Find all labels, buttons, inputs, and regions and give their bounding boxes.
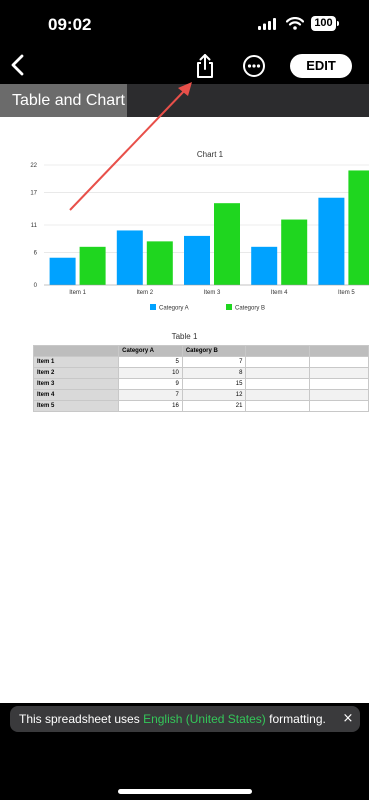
- table-cell[interactable]: 7: [181, 356, 247, 368]
- toast-language-link[interactable]: English (United States): [143, 712, 266, 726]
- x-tick-label: Item 5: [338, 290, 355, 296]
- table-cell[interactable]: 7: [118, 389, 183, 401]
- home-indicator: [118, 789, 252, 794]
- table-cell[interactable]: [245, 389, 310, 401]
- legend-label: Category B: [235, 306, 265, 312]
- row-label[interactable]: Item 5: [32, 400, 120, 412]
- x-tick-label: Item 4: [271, 290, 288, 296]
- y-tick-label: 22: [30, 163, 37, 169]
- ellipsis-circle-icon: [243, 55, 265, 77]
- share-icon: [197, 54, 213, 78]
- bar-category-b: [214, 203, 240, 285]
- table-cell[interactable]: 8: [181, 367, 247, 379]
- header-cell[interactable]: Category B: [181, 345, 247, 357]
- sheet-tab-table-and-chart[interactable]: Table and Chart: [0, 84, 127, 117]
- row-label[interactable]: Item 1: [32, 356, 120, 368]
- row-label[interactable]: Item 3: [32, 378, 120, 390]
- chart-title: Chart 1: [197, 150, 224, 159]
- table-cell[interactable]: 21: [181, 400, 247, 412]
- status-bar: 09:02 100: [0, 0, 369, 50]
- table-cell[interactable]: [308, 367, 369, 379]
- toast-text-prefix: This spreadsheet uses: [19, 712, 144, 726]
- legend-swatch: [150, 304, 156, 310]
- table-row: Item 5 16 21: [32, 400, 369, 412]
- bar-category-a: [116, 230, 143, 285]
- legend-swatch: [226, 304, 232, 310]
- table-row: Item 4 7 12: [32, 389, 369, 401]
- table-cell[interactable]: 9: [118, 378, 183, 390]
- table-row: Item 2 10 8: [32, 367, 369, 379]
- status-time: 09:02: [48, 15, 92, 34]
- table-cell[interactable]: [245, 400, 310, 412]
- legend-label: Category A: [159, 306, 189, 312]
- signal-icon: [258, 18, 276, 30]
- bar-category-b: [348, 170, 369, 285]
- table-title: Table 1: [171, 332, 198, 341]
- chevron-left-icon: [11, 54, 24, 76]
- spreadsheet-canvas[interactable]: Chart 1 0 6 11 17 22 Item 1 Item 2 Item 3 Item 4I…: [0, 117, 369, 703]
- row-label[interactable]: Item 2: [32, 367, 120, 379]
- formatting-toast: This spreadsheet uses English (United St…: [10, 706, 360, 732]
- table-cell[interactable]: 10: [118, 367, 183, 379]
- bar-category-b: [79, 246, 106, 285]
- battery-tip: [337, 21, 339, 26]
- back-button[interactable]: [6, 52, 30, 78]
- more-button[interactable]: [242, 54, 266, 78]
- x-tick-label: Item 1: [69, 290, 86, 296]
- data-table[interactable]: Category A Category B Item 1 5 7 Item 2 …: [32, 345, 369, 412]
- y-tick-label: 6: [34, 250, 38, 256]
- header-cell[interactable]: [32, 345, 120, 357]
- table-cell[interactable]: 16: [118, 400, 183, 412]
- battery-indicator: 100: [311, 16, 336, 31]
- table-row: Item 3 9 15: [32, 378, 369, 390]
- table-cell[interactable]: 5: [118, 356, 183, 368]
- bar-category-a: [318, 197, 345, 285]
- table-cell[interactable]: [308, 378, 369, 390]
- x-tick-label: Item 3: [204, 290, 221, 296]
- y-tick-label: 11: [31, 223, 38, 229]
- close-toast-button[interactable]: ×: [341, 706, 355, 732]
- y-tick-label: 17: [30, 190, 37, 196]
- header-cell[interactable]: Category A: [118, 345, 183, 357]
- bar-category-b: [146, 241, 173, 285]
- table-header-row: Category A Category B: [32, 345, 369, 357]
- edit-button[interactable]: EDIT: [290, 54, 352, 78]
- table-cell[interactable]: 15: [181, 378, 247, 390]
- table-cell[interactable]: [245, 378, 310, 390]
- bar-chart[interactable]: Chart 1 0 6 11 17 22 Item 1 Item 2 Item 3 Item 4 I…: [0, 117, 369, 327]
- table-cell[interactable]: [308, 400, 369, 412]
- bar-category-b: [281, 219, 308, 285]
- header-cell[interactable]: [245, 345, 310, 357]
- table-cell[interactable]: [245, 356, 310, 368]
- bar-category-a: [184, 235, 210, 285]
- header-cell[interactable]: [308, 345, 369, 357]
- wifi-icon: [286, 17, 304, 30]
- table-cell[interactable]: [308, 389, 369, 401]
- table-cell[interactable]: 12: [181, 389, 247, 401]
- row-label[interactable]: Item 4: [32, 389, 120, 401]
- table-row: Item 1 5 7: [32, 356, 369, 368]
- toast-text-suffix: formatting.: [265, 712, 326, 726]
- bar-category-a: [251, 246, 278, 285]
- share-button[interactable]: [193, 52, 217, 80]
- y-tick-label: 0: [34, 283, 38, 289]
- table-cell[interactable]: [308, 356, 369, 368]
- x-tick-label: Item 2: [136, 290, 153, 296]
- table-cell[interactable]: [245, 367, 310, 379]
- bar-category-a: [49, 257, 76, 285]
